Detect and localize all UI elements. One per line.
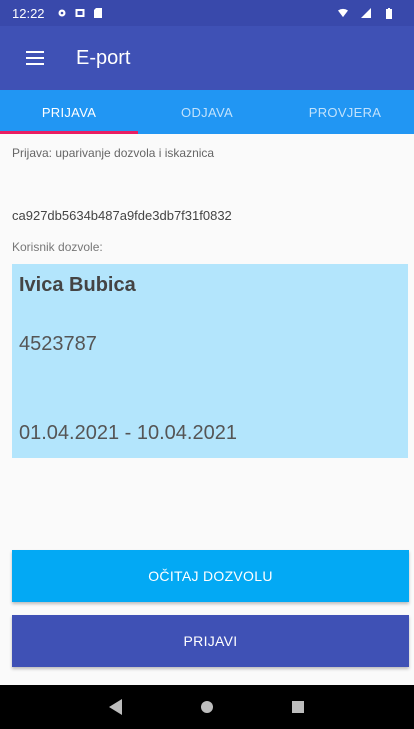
tab-odjava[interactable]: ODJAVA: [138, 90, 276, 134]
battery-icon: [384, 7, 394, 19]
tab-prijava[interactable]: PRIJAVA: [0, 90, 138, 134]
home-icon[interactable]: [195, 695, 219, 719]
signal-icon: [361, 8, 371, 18]
image-icon: [75, 8, 85, 18]
status-bar: 12:22: [0, 0, 414, 26]
status-time: 12:22: [12, 5, 45, 21]
hamburger-icon[interactable]: [8, 30, 64, 86]
permit-holder-card: Ivica Bubica 4523787 01.04.2021 - 10.04.…: [12, 264, 408, 458]
gear-icon: [57, 8, 67, 18]
holder-number: 4523787: [19, 333, 97, 355]
back-icon[interactable]: [104, 695, 128, 719]
wifi-icon: [338, 8, 348, 18]
sim-card-icon: [93, 8, 103, 18]
permit-validity: 01.04.2021 - 10.04.2021: [19, 422, 237, 444]
submit-button[interactable]: PRIJAVI: [12, 615, 409, 667]
holder-label: Korisnik dozvole:: [12, 240, 103, 254]
recents-icon[interactable]: [286, 695, 310, 719]
holder-name: Ivica Bubica: [19, 274, 136, 296]
system-nav-bar: [0, 685, 414, 729]
tab-provjera[interactable]: PROVJERA: [276, 90, 414, 134]
permit-hash: ca927db5634b487a9fde3db7f31f0832: [12, 208, 232, 223]
app-bar: E-port: [0, 26, 414, 90]
app-title: E-port: [76, 46, 131, 69]
page-subtitle: Prijava: uparivanje dozvola i iskaznica: [12, 146, 215, 160]
tab-bar: PRIJAVA ODJAVA PROVJERA: [0, 90, 414, 134]
read-permit-button[interactable]: OČITAJ DOZVOLU: [12, 550, 409, 602]
